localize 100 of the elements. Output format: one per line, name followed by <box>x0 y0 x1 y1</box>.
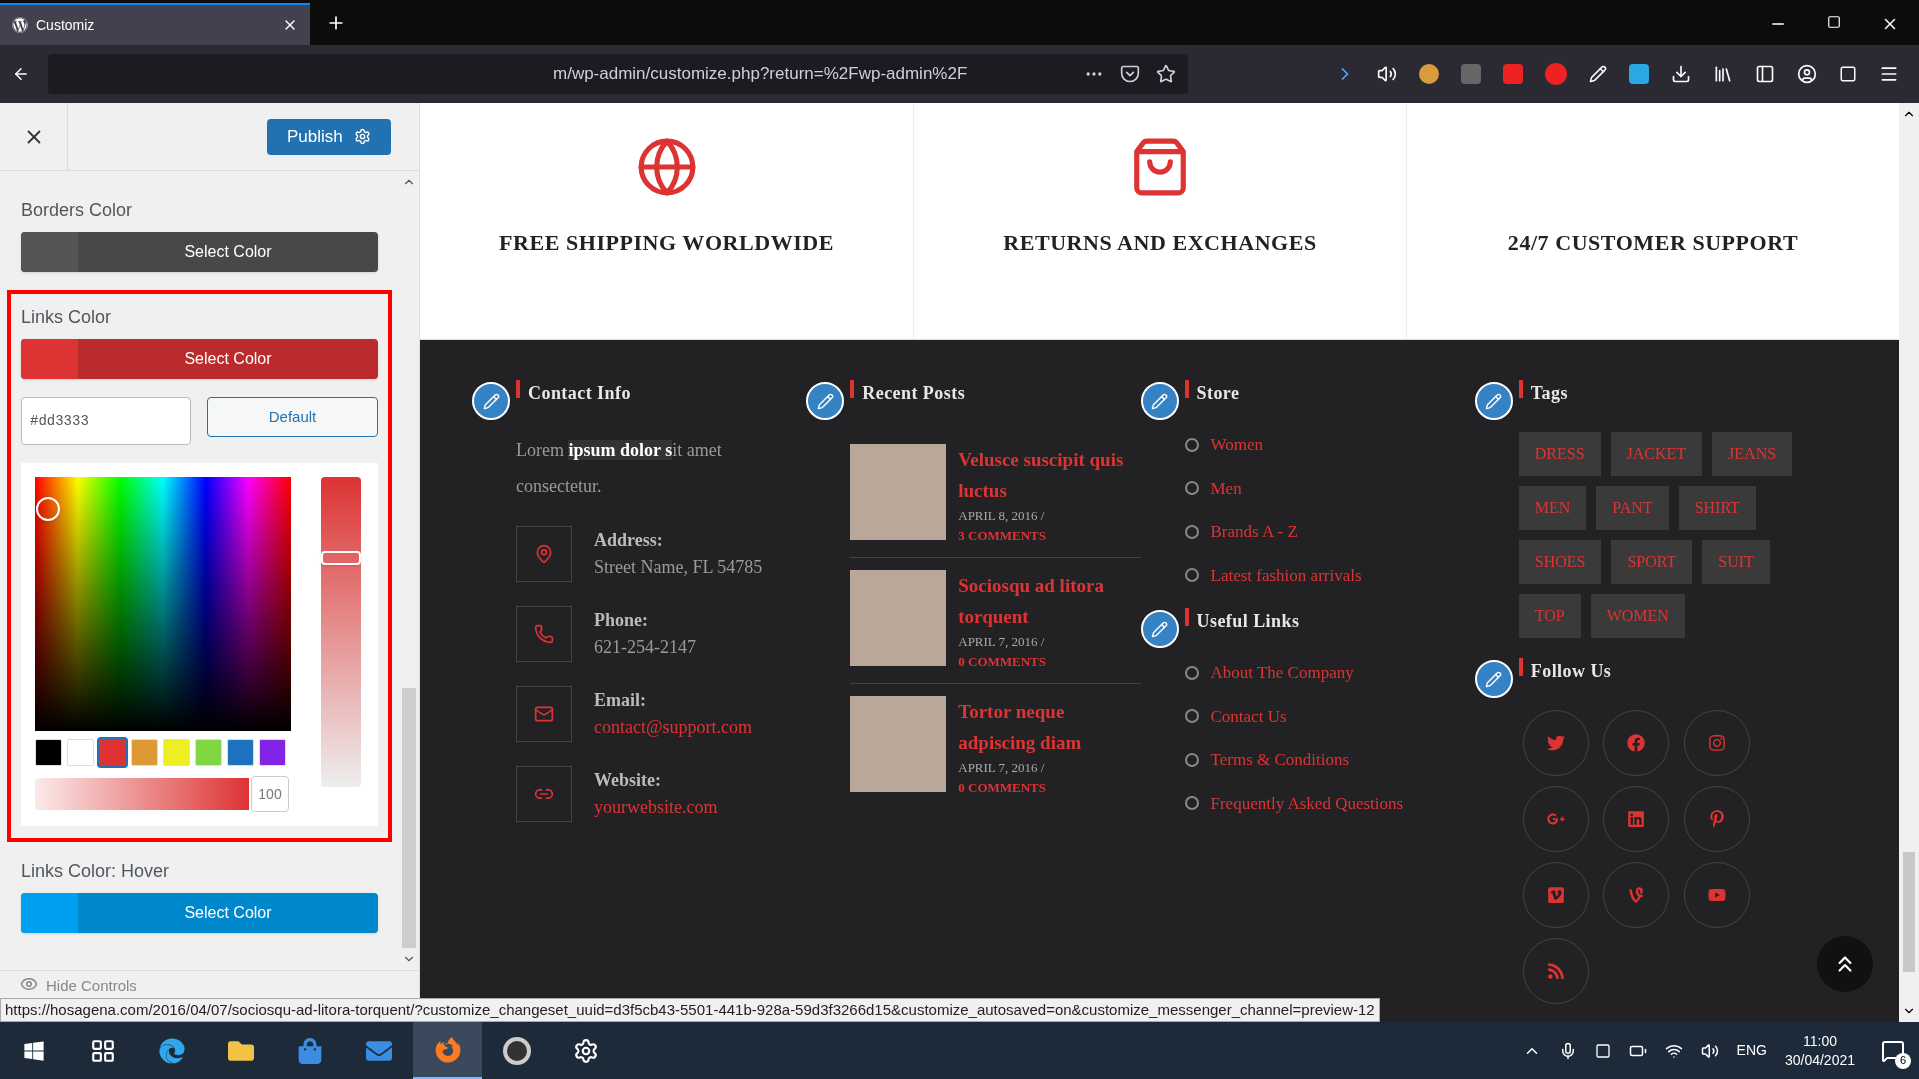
maximize-icon[interactable] <box>1827 15 1841 29</box>
comments-link[interactable]: 3 COMMENTS <box>958 525 1141 545</box>
bullet-icon <box>1184 665 1199 680</box>
footer-link[interactable]: Men <box>1210 475 1242 501</box>
contact-link[interactable]: contact@support.com <box>594 714 753 741</box>
contact-link[interactable]: yourwebsite.com <box>594 794 718 821</box>
color-swatch[interactable] <box>35 739 62 766</box>
alpha-value[interactable]: 100 <box>251 776 289 812</box>
adblock-icon[interactable] <box>1545 63 1567 85</box>
heading-marker <box>850 380 855 398</box>
bullet-icon <box>1184 709 1199 724</box>
tag-link[interactable]: SPORT <box>1611 540 1693 584</box>
eye-icon[interactable] <box>20 975 38 993</box>
footer-link[interactable]: Women <box>1210 432 1263 458</box>
comments-link[interactable]: 0 COMMENTS <box>958 777 1141 797</box>
play-icon <box>1708 886 1727 904</box>
post-title-link[interactable]: Velusce suscipit quis luctus <box>958 444 1141 506</box>
tag-link[interactable]: WOMEN <box>1590 594 1685 638</box>
account-icon[interactable] <box>1797 64 1817 84</box>
edit-pencil-icon[interactable] <box>1140 610 1179 648</box>
color-swatch[interactable] <box>131 739 158 766</box>
post-title-link[interactable]: Sociosqu ad litora torquent <box>958 570 1141 632</box>
edit-pencil-icon[interactable] <box>806 382 845 420</box>
color-swatch[interactable] <box>163 739 190 766</box>
pocket-icon[interactable] <box>1120 64 1140 84</box>
post-date: APRIL 7, 2016 / <box>958 759 1046 777</box>
color-swatch[interactable] <box>195 739 222 766</box>
menu-icon[interactable] <box>1879 64 1899 84</box>
speaker-icon[interactable] <box>1700 1041 1719 1060</box>
widget-heading: Tags <box>1530 382 1568 405</box>
tag-link[interactable]: SUIT <box>1702 540 1770 584</box>
color-swatch[interactable] <box>227 739 254 766</box>
hex-input[interactable]: #dd3333 <box>21 397 191 445</box>
post-title-link[interactable]: Tortor neque adpiscing diam <box>958 696 1141 758</box>
in-logo-icon <box>1627 810 1646 828</box>
tag-link[interactable]: DRESS <box>1518 432 1601 476</box>
alpha-slider[interactable] <box>35 778 249 810</box>
footer-link[interactable]: Contact Us <box>1210 703 1287 729</box>
extension-icon[interactable] <box>1839 65 1857 83</box>
lightness-slider[interactable] <box>321 477 361 787</box>
default-button[interactable]: Default <box>207 397 378 437</box>
browser-tab[interactable]: Customiz <box>0 3 310 45</box>
back-icon[interactable] <box>12 65 30 83</box>
slider-handle[interactable] <box>321 551 361 565</box>
widget-heading: Useful Links <box>1196 610 1300 633</box>
edit-pencil-icon[interactable] <box>1474 382 1513 420</box>
device-icon[interactable] <box>1594 1042 1611 1059</box>
footer-link[interactable]: Terms & Conditions <box>1210 747 1350 773</box>
clock[interactable]: 11:00 30/04/2021 <box>1784 1031 1855 1070</box>
widget-heading: Follow Us <box>1530 660 1612 683</box>
scrollbar-thumb[interactable] <box>1903 852 1915 972</box>
tag-link[interactable]: TOP <box>1518 594 1581 638</box>
scrollbar-thumb[interactable] <box>402 688 416 948</box>
publish-button[interactable]: Publish <box>267 118 391 155</box>
star-icon[interactable] <box>1156 64 1176 84</box>
address-bar[interactable]: m/wp-admin/customize.php?return=%2Fwp-admin%2F <box>48 54 1188 94</box>
notifications-icon[interactable] <box>1881 1038 1905 1063</box>
select-color-button[interactable]: Select Color <box>21 339 378 379</box>
gear-icon <box>572 1037 599 1064</box>
bag-icon <box>296 1037 323 1064</box>
windows-icon[interactable] <box>23 1039 45 1062</box>
gear-icon[interactable] <box>354 128 371 145</box>
control-label: Links Color <box>21 306 113 329</box>
tag-link[interactable]: JACKET <box>1610 432 1703 476</box>
tag-link[interactable]: PANT <box>1596 486 1669 530</box>
color-swatch[interactable] <box>259 739 286 766</box>
color-swatch[interactable] <box>99 739 126 766</box>
library-icon[interactable] <box>1713 64 1733 84</box>
sidebar-icon[interactable] <box>1755 64 1775 84</box>
select-color-button[interactable]: Select Color <box>21 232 378 272</box>
comments-link[interactable]: 0 COMMENTS <box>958 651 1141 671</box>
bullet-icon <box>1184 481 1199 496</box>
download-icon[interactable] <box>1671 64 1691 84</box>
footer-link[interactable]: Frequently Asked Questions <box>1210 790 1404 816</box>
picker-handle[interactable] <box>36 497 60 521</box>
color-swatch[interactable] <box>67 739 94 766</box>
language-indicator[interactable]: ENG <box>1736 1040 1767 1061</box>
bullet-icon <box>1184 524 1199 539</box>
status-url-tooltip: https://hosagena.com/2016/04/07/sociosqu-ad-litora-torquent/?customize_changeset_uuid=d3f5cb43-5501-441b-928a-59d3f3266d15&customize_autosaved=on&customize_messenger_channel=preview-12 <box>0 997 1380 1022</box>
tag-link[interactable]: MEN <box>1518 486 1587 530</box>
contact-label: Website: <box>594 769 662 792</box>
tag-link[interactable]: JEANS <box>1712 432 1793 476</box>
edit-pencil-icon[interactable] <box>472 382 510 420</box>
footer-link[interactable]: About The Company <box>1210 660 1354 686</box>
pen-icon[interactable] <box>1589 65 1607 83</box>
hide-controls-link[interactable]: Hide Controls <box>46 975 137 998</box>
v-logo-icon <box>1627 886 1646 904</box>
edit-pencil-icon[interactable] <box>1474 660 1513 698</box>
feature-title: RETURNS AND EXCHANGES <box>1003 229 1317 257</box>
tag-link[interactable]: SHIRT <box>1678 486 1756 530</box>
speaker-icon[interactable] <box>1377 64 1397 84</box>
heading-marker <box>1518 658 1523 676</box>
edit-pencil-icon[interactable] <box>1140 382 1179 420</box>
control-label: Links Color: Hover <box>21 860 171 883</box>
footer-link[interactable]: Brands A - Z <box>1210 519 1298 545</box>
footer-link[interactable]: Latest fashion arrivals <box>1210 562 1362 588</box>
tag-link[interactable]: SHOES <box>1518 540 1602 584</box>
select-color-button[interactable]: Select Color <box>21 893 378 933</box>
extension-icon[interactable] <box>1419 64 1439 84</box>
color-gradient-square[interactable] <box>35 477 291 731</box>
